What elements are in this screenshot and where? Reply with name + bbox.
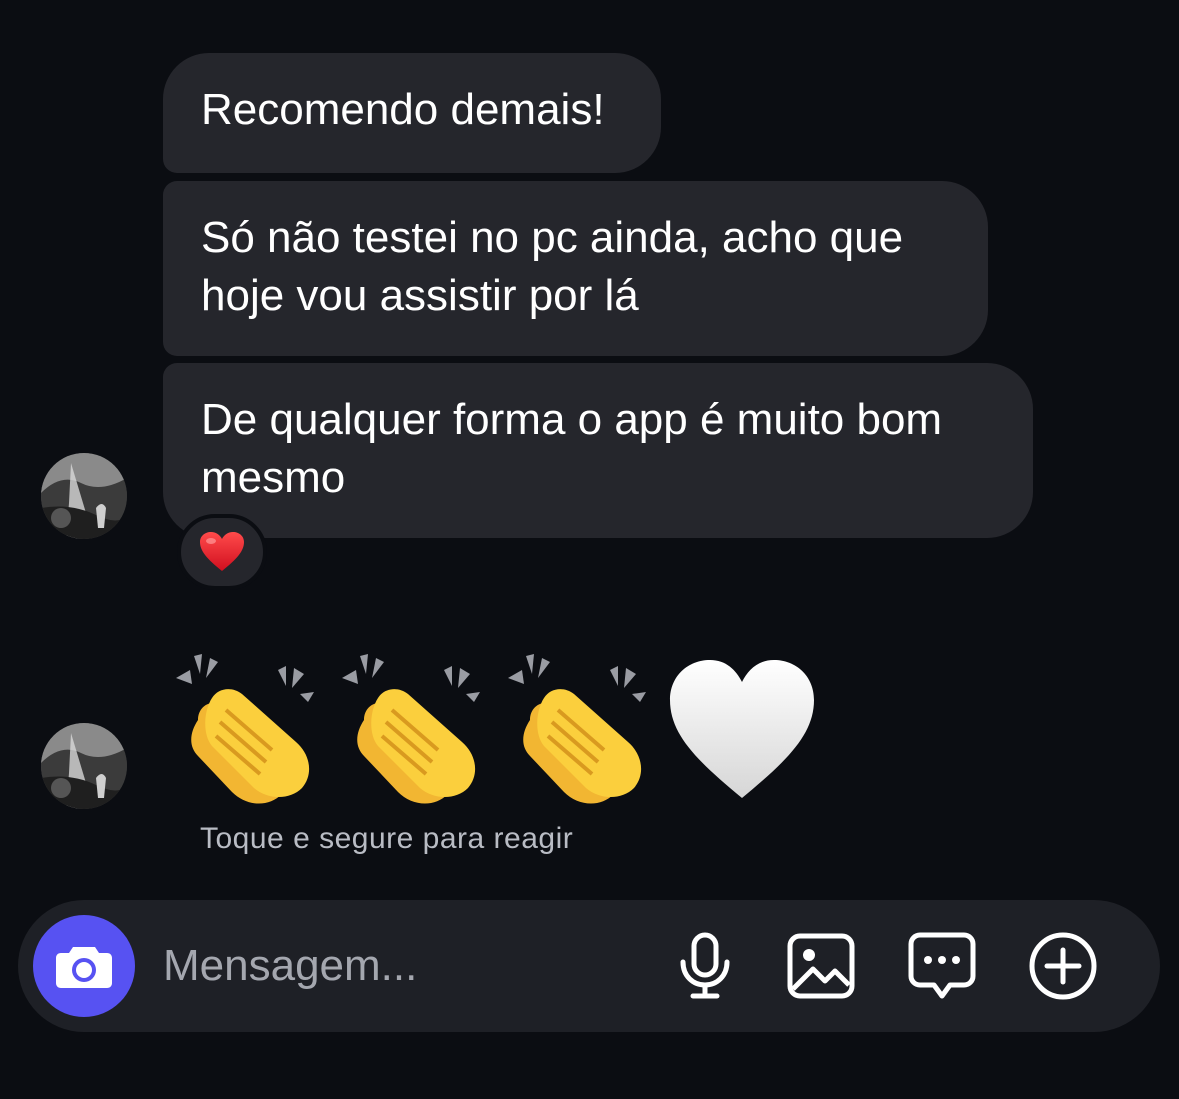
- plus-circle-icon: [1029, 932, 1097, 1000]
- emoji-message[interactable]: [168, 650, 818, 810]
- sticker-chat-icon: [908, 932, 976, 999]
- add-button[interactable]: [1028, 931, 1098, 1001]
- camera-button[interactable]: [33, 915, 135, 1017]
- avatar[interactable]: [41, 723, 127, 809]
- clapping-hands-icon: [342, 654, 480, 804]
- reaction-badge[interactable]: [177, 514, 267, 590]
- gallery-icon: [787, 933, 855, 999]
- reaction-hint: Toque e segure para reagir: [200, 822, 574, 855]
- message-text: Só não testei no pc ainda, acho que hoje…: [201, 213, 904, 320]
- clapping-hands-icon: [508, 654, 646, 804]
- message-text: De qualquer forma o app é muito bom mesm…: [201, 395, 943, 502]
- microphone-icon: [680, 932, 730, 999]
- camera-icon: [56, 947, 112, 988]
- message-composer: [18, 900, 1160, 1032]
- message-input[interactable]: [163, 936, 643, 996]
- message-bubble[interactable]: Recomendo demais!: [163, 53, 661, 173]
- white-heart-icon: [670, 660, 814, 798]
- heart-icon: [200, 532, 244, 571]
- clapping-hands-icon: [176, 654, 314, 804]
- chat-screen: Recomendo demais! Só não testei no pc ai…: [0, 0, 1179, 1099]
- message-bubble[interactable]: De qualquer forma o app é muito bom mesm…: [163, 363, 1033, 538]
- sticker-chat-button[interactable]: [907, 931, 977, 1001]
- message-bubble[interactable]: Só não testei no pc ainda, acho que hoje…: [163, 181, 988, 356]
- gallery-button[interactable]: [786, 931, 856, 1001]
- message-text: Recomendo demais!: [201, 85, 605, 134]
- microphone-button[interactable]: [670, 931, 740, 1001]
- avatar[interactable]: [41, 453, 127, 539]
